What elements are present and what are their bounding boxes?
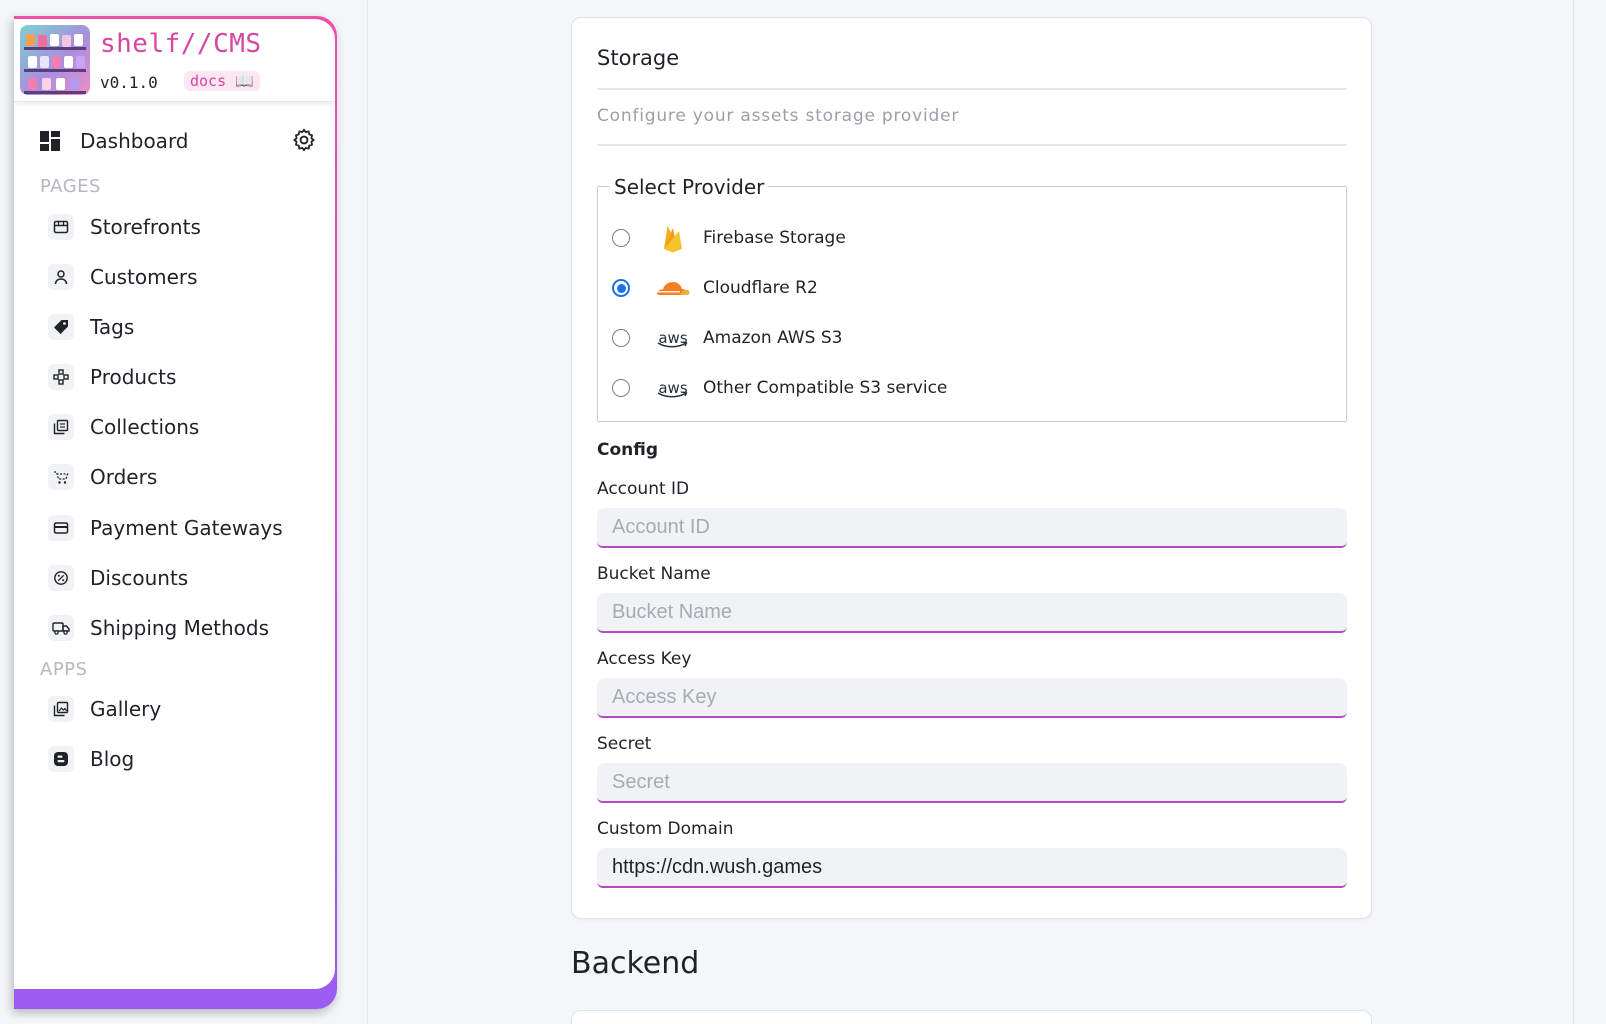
sidebar-item-label: Products — [90, 365, 177, 389]
provider-option-other-s3[interactable]: aws Other Compatible S3 service — [612, 371, 1312, 405]
sidebar-panel: shelf//CMS v0.1.0 docs 📖 Dashboard PAGES — [14, 19, 335, 989]
provider-label: Other Compatible S3 service — [703, 378, 948, 398]
brand-header: shelf//CMS v0.1.0 docs 📖 — [14, 19, 335, 102]
docs-link[interactable]: docs 📖 — [184, 71, 260, 91]
storefront-icon — [48, 214, 74, 240]
sidebar-item-payment-gateways[interactable]: Payment Gateways — [48, 510, 318, 550]
sidebar-item-label: Orders — [90, 465, 158, 489]
secret-input[interactable] — [597, 763, 1347, 803]
sidebar-item-storefronts[interactable]: Storefronts — [48, 209, 318, 249]
sidebar-item-label: Shipping Methods — [90, 616, 270, 640]
storage-title: Storage — [597, 46, 680, 70]
custom-domain-label: Custom Domain — [597, 819, 734, 839]
secret-label: Secret — [597, 734, 652, 754]
tag-icon — [48, 314, 74, 340]
account-id-input[interactable] — [597, 508, 1347, 548]
discount-icon — [48, 565, 74, 591]
provider-option-firebase[interactable]: Firebase Storage — [612, 221, 1312, 255]
bucket-name-label: Bucket Name — [597, 564, 711, 584]
provider-radio[interactable] — [612, 329, 630, 347]
sidebar-item-label: Discounts — [90, 566, 189, 590]
user-icon — [48, 264, 74, 290]
bucket-name-input[interactable] — [597, 593, 1347, 633]
aws-icon: aws — [656, 321, 690, 355]
provider-label: Cloudflare R2 — [703, 278, 818, 298]
sidebar-item-label: Customers — [90, 265, 198, 289]
shelf-logo[interactable] — [20, 25, 90, 95]
provider-radio[interactable] — [612, 229, 630, 247]
apps-section-label: APPS — [40, 659, 88, 680]
access-key-input[interactable] — [597, 678, 1347, 718]
select-provider-legend: Select Provider — [610, 175, 769, 199]
aws-icon: aws — [656, 371, 690, 405]
sidebar-item-label: Tags — [90, 315, 135, 339]
config-title: Config — [597, 440, 659, 460]
cart-icon — [48, 464, 74, 490]
gallery-icon — [48, 696, 74, 722]
products-icon — [48, 364, 74, 390]
sidebar-item-products[interactable]: Products — [48, 359, 318, 399]
account-id-label: Account ID — [597, 479, 690, 499]
pages-section-label: PAGES — [40, 176, 101, 197]
custom-domain-input[interactable] — [597, 848, 1347, 888]
cloudflare-icon — [656, 271, 690, 305]
provider-label: Firebase Storage — [703, 228, 846, 248]
provider-fieldset: Select Provider Firebase Storage Cloudfl… — [597, 175, 1347, 422]
collections-icon — [48, 414, 74, 440]
backend-card — [571, 1010, 1372, 1024]
dashboard-icon — [40, 131, 60, 151]
sidebar-item-collections[interactable]: Collections — [48, 409, 318, 449]
provider-label: Amazon AWS S3 — [703, 328, 843, 348]
sidebar-item-tags[interactable]: Tags — [48, 309, 318, 349]
sidebar-item-label: Blog — [90, 747, 135, 771]
brand-version: v0.1.0 — [100, 73, 158, 92]
sidebar-item-dashboard[interactable]: Dashboard — [40, 125, 317, 159]
sidebar-item-label: Gallery — [90, 697, 162, 721]
sidebar-item-customers[interactable]: Customers — [48, 259, 318, 299]
firebase-icon — [656, 221, 690, 255]
storage-subtitle-divider — [597, 144, 1347, 146]
brand-name: shelf//CMS — [100, 29, 262, 59]
sidebar-item-blog[interactable]: Blog — [48, 741, 318, 781]
provider-option-cloudflare[interactable]: Cloudflare R2 — [612, 271, 1312, 305]
sidebar-item-gallery[interactable]: Gallery — [48, 691, 318, 731]
access-key-label: Access Key — [597, 649, 692, 669]
provider-option-aws-s3[interactable]: aws Amazon AWS S3 — [612, 321, 1312, 355]
content-divider-right — [1573, 0, 1574, 1024]
gear-icon[interactable] — [291, 127, 317, 153]
credit-card-icon — [48, 515, 74, 541]
blog-icon — [48, 746, 74, 772]
truck-icon — [48, 615, 74, 641]
content-divider-left — [367, 0, 368, 1024]
provider-radio[interactable] — [612, 379, 630, 397]
sidebar-item-label: Storefronts — [90, 215, 201, 239]
sidebar-item-shipping-methods[interactable]: Shipping Methods — [48, 610, 318, 650]
sidebar-item-orders[interactable]: Orders — [48, 459, 318, 499]
storage-card: Storage Configure your assets storage pr… — [571, 17, 1372, 919]
sidebar-item-label: Collections — [90, 415, 200, 439]
sidebar: shelf//CMS v0.1.0 docs 📖 Dashboard PAGES — [14, 16, 337, 1009]
storage-subtitle: Configure your assets storage provider — [597, 106, 960, 126]
sidebar-item-label: Payment Gateways — [90, 516, 283, 540]
sidebar-item-discounts[interactable]: Discounts — [48, 560, 318, 600]
dashboard-label: Dashboard — [80, 129, 189, 153]
storage-title-divider — [597, 88, 1347, 90]
backend-heading: Backend — [571, 946, 700, 981]
provider-radio-selected[interactable] — [612, 279, 630, 297]
